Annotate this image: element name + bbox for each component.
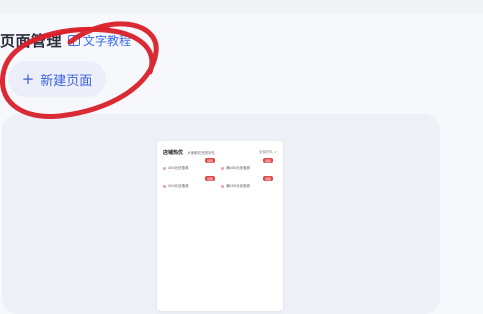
page-preview-card[interactable]: 店铺热优 大家都在抢的好礼 全部好礼 > 400元优惠券 领取 满400元优惠券…: [157, 141, 283, 311]
new-page-label: 新建页面: [40, 73, 93, 89]
gift-item: 满400元优惠券 领取: [221, 158, 273, 173]
doc-link-label: 文字教程: [83, 33, 132, 48]
gift-tag: 领取: [263, 158, 273, 163]
gift-dot-icon: [163, 184, 166, 188]
preview-title: 店铺热优: [163, 149, 184, 156]
gift-item: 满200元优惠券 领取: [221, 176, 273, 191]
gift-tag: 领取: [205, 158, 215, 163]
page-header: 页面管理 文字教程: [0, 30, 131, 50]
gift-item-label: 200元优惠券: [168, 183, 189, 188]
gift-item: 200元优惠券 领取: [163, 176, 215, 191]
gift-item-label: 满200元优惠券: [226, 183, 251, 188]
gift-item-label: 400元优惠券: [168, 165, 189, 170]
plus-icon: +: [21, 69, 35, 88]
gift-dot-icon: [163, 166, 166, 170]
preview-more-link: 全部好礼 >: [258, 149, 277, 154]
gift-dot-icon: [221, 166, 224, 170]
preview-subtitle: 大家都在抢的好礼: [187, 150, 216, 155]
new-page-button[interactable]: + 新建页面: [8, 61, 106, 97]
top-bar: [0, 0, 483, 14]
gift-tag: 领取: [263, 176, 273, 181]
book-icon: [68, 34, 81, 46]
page-title: 页面管理: [0, 31, 63, 50]
gift-item-label: 满400元优惠券: [226, 165, 251, 170]
doc-link[interactable]: 文字教程: [68, 32, 131, 49]
gift-item: 400元优惠券 领取: [163, 158, 215, 173]
gift-tag: 领取: [205, 176, 215, 181]
gift-dot-icon: [221, 184, 224, 188]
preview-header: 店铺热优 大家都在抢的好礼 全部好礼 >: [163, 148, 277, 156]
